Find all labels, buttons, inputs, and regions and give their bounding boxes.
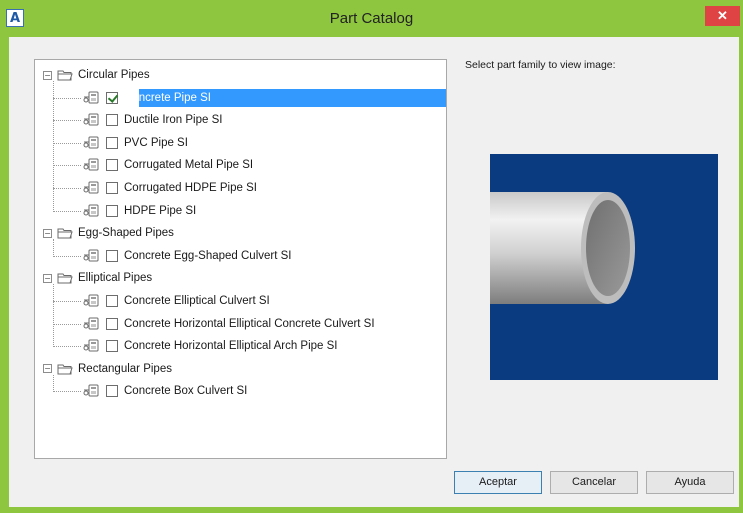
part-checkbox[interactable] — [106, 295, 118, 307]
collapse-toggle-icon[interactable]: − — [43, 70, 52, 80]
tree-group-row[interactable]: − Egg-Shaped Pipes — [43, 224, 174, 242]
collapse-toggle-icon[interactable]: − — [43, 364, 52, 374]
part-checkbox[interactable] — [106, 249, 118, 262]
tree-item-row[interactable]: Concrete Horizontal Elliptical Concrete … — [83, 315, 375, 333]
part-family-icon — [83, 204, 100, 218]
pipe-illustration — [490, 192, 635, 304]
part-catalog-window: A Part Catalog ✕ − Circular Pipes Concrete… — [0, 0, 743, 513]
tree-connector — [53, 239, 54, 257]
part-checkbox[interactable] — [106, 159, 118, 172]
tree-connector — [53, 391, 81, 393]
tree-item-row[interactable]: PVC Pipe SI — [83, 134, 188, 152]
window-title: Part Catalog — [329, 10, 414, 27]
tree-group-label: Egg-Shaped Pipes — [78, 227, 174, 240]
tree-item-label: PVC Pipe SI — [124, 136, 188, 149]
tree-item-row[interactable]: Concrete Egg-Shaped Culvert SI — [83, 247, 291, 265]
tree-item-row[interactable]: Corrugated HDPE Pipe SI — [83, 179, 257, 197]
tree-item-row[interactable]: Ductile Iron Pipe SI — [83, 111, 222, 129]
tree-item-label: Concrete Horizontal Elliptical Concrete … — [124, 317, 375, 330]
tree-group-row[interactable]: − Circular Pipes — [43, 66, 150, 84]
part-family-icon — [83, 384, 100, 398]
part-preview-image — [490, 154, 718, 380]
collapse-toggle-icon[interactable]: − — [43, 273, 52, 283]
tree-item-row[interactable]: HDPE Pipe SI — [83, 202, 196, 220]
part-family-icon — [83, 181, 100, 195]
tree-connector — [53, 120, 81, 122]
tree-connector — [53, 323, 81, 325]
tree-item-label: Concrete Pipe SI — [124, 91, 211, 104]
tree-item-label: Ductile Iron Pipe SI — [124, 114, 223, 127]
tree-connector — [53, 142, 81, 144]
tree-connector — [53, 301, 81, 302]
part-checkbox[interactable] — [106, 136, 118, 149]
tree-connector — [53, 97, 81, 99]
tree-item-label: Corrugated HDPE Pipe SI — [124, 182, 257, 194]
part-family-icon — [83, 294, 100, 308]
folder-open-icon — [57, 363, 73, 375]
tree-group-row[interactable]: − Elliptical Pipes — [43, 269, 152, 287]
tree-connector — [53, 81, 54, 212]
part-family-icon — [83, 91, 100, 105]
accept-button[interactable]: Aceptar — [454, 471, 542, 494]
part-checkbox[interactable] — [106, 204, 118, 217]
tree-connector — [53, 346, 81, 348]
preview-label: Select part family to view image: — [465, 59, 616, 71]
title-bar[interactable]: A Part Catalog ✕ — [0, 0, 743, 37]
cancel-button[interactable]: Cancelar — [550, 471, 638, 494]
tree-item-row[interactable]: Concrete Box Culvert SI — [83, 382, 247, 400]
part-checkbox[interactable] — [106, 114, 118, 127]
part-checkbox[interactable] — [106, 317, 118, 330]
tree-item-label: Concrete Horizontal Elliptical Arch Pipe… — [124, 340, 338, 353]
tree-connector — [53, 255, 81, 257]
tree-connector — [53, 165, 81, 167]
tree-item-label: HDPE Pipe SI — [124, 204, 197, 217]
part-checkbox[interactable] — [106, 340, 118, 353]
part-family-icon — [83, 249, 100, 263]
tree-item-row[interactable]: Concrete Pipe SI — [83, 89, 211, 107]
tree-connector — [53, 374, 54, 393]
tree-connector — [53, 210, 81, 212]
part-family-tree[interactable]: − Circular Pipes Concrete Pipe SI Ductile I… — [34, 59, 447, 459]
part-checkbox[interactable] — [106, 385, 118, 398]
tree-item-row[interactable]: Concrete Elliptical Culvert SI — [83, 292, 270, 310]
help-button[interactable]: Ayuda — [646, 471, 734, 494]
tree-group-label: Elliptical Pipes — [78, 272, 153, 285]
tree-item-label: Concrete Elliptical Culvert SI — [124, 295, 270, 307]
folder-open-icon — [57, 272, 73, 284]
part-family-icon — [83, 136, 100, 150]
collapse-toggle-icon[interactable]: − — [43, 228, 52, 238]
tree-item-row[interactable]: Concrete Horizontal Elliptical Arch Pipe… — [83, 337, 338, 355]
part-checkbox[interactable] — [106, 91, 118, 104]
part-family-icon — [83, 339, 100, 353]
tree-item-row[interactable]: Corrugated Metal Pipe SI — [83, 156, 253, 174]
part-checkbox[interactable] — [106, 182, 118, 194]
part-family-icon — [83, 113, 100, 127]
tree-connector — [53, 284, 54, 348]
part-family-icon — [83, 158, 100, 172]
tree-connector — [53, 188, 81, 189]
tree-group-label: Rectangular Pipes — [78, 362, 172, 375]
close-button[interactable]: ✕ — [705, 6, 740, 26]
tree-item-label: Corrugated Metal Pipe SI — [124, 159, 254, 172]
folder-open-icon — [57, 69, 73, 81]
folder-open-icon — [57, 227, 73, 239]
tree-item-label: Concrete Egg-Shaped Culvert SI — [124, 249, 292, 262]
tree-item-label: Concrete Box Culvert SI — [124, 385, 248, 398]
tree-group-row[interactable]: − Rectangular Pipes — [43, 360, 172, 378]
part-family-icon — [83, 317, 100, 331]
tree-group-label: Circular Pipes — [78, 69, 150, 81]
dialog-body: − Circular Pipes Concrete Pipe SI Ductile I… — [9, 37, 739, 507]
